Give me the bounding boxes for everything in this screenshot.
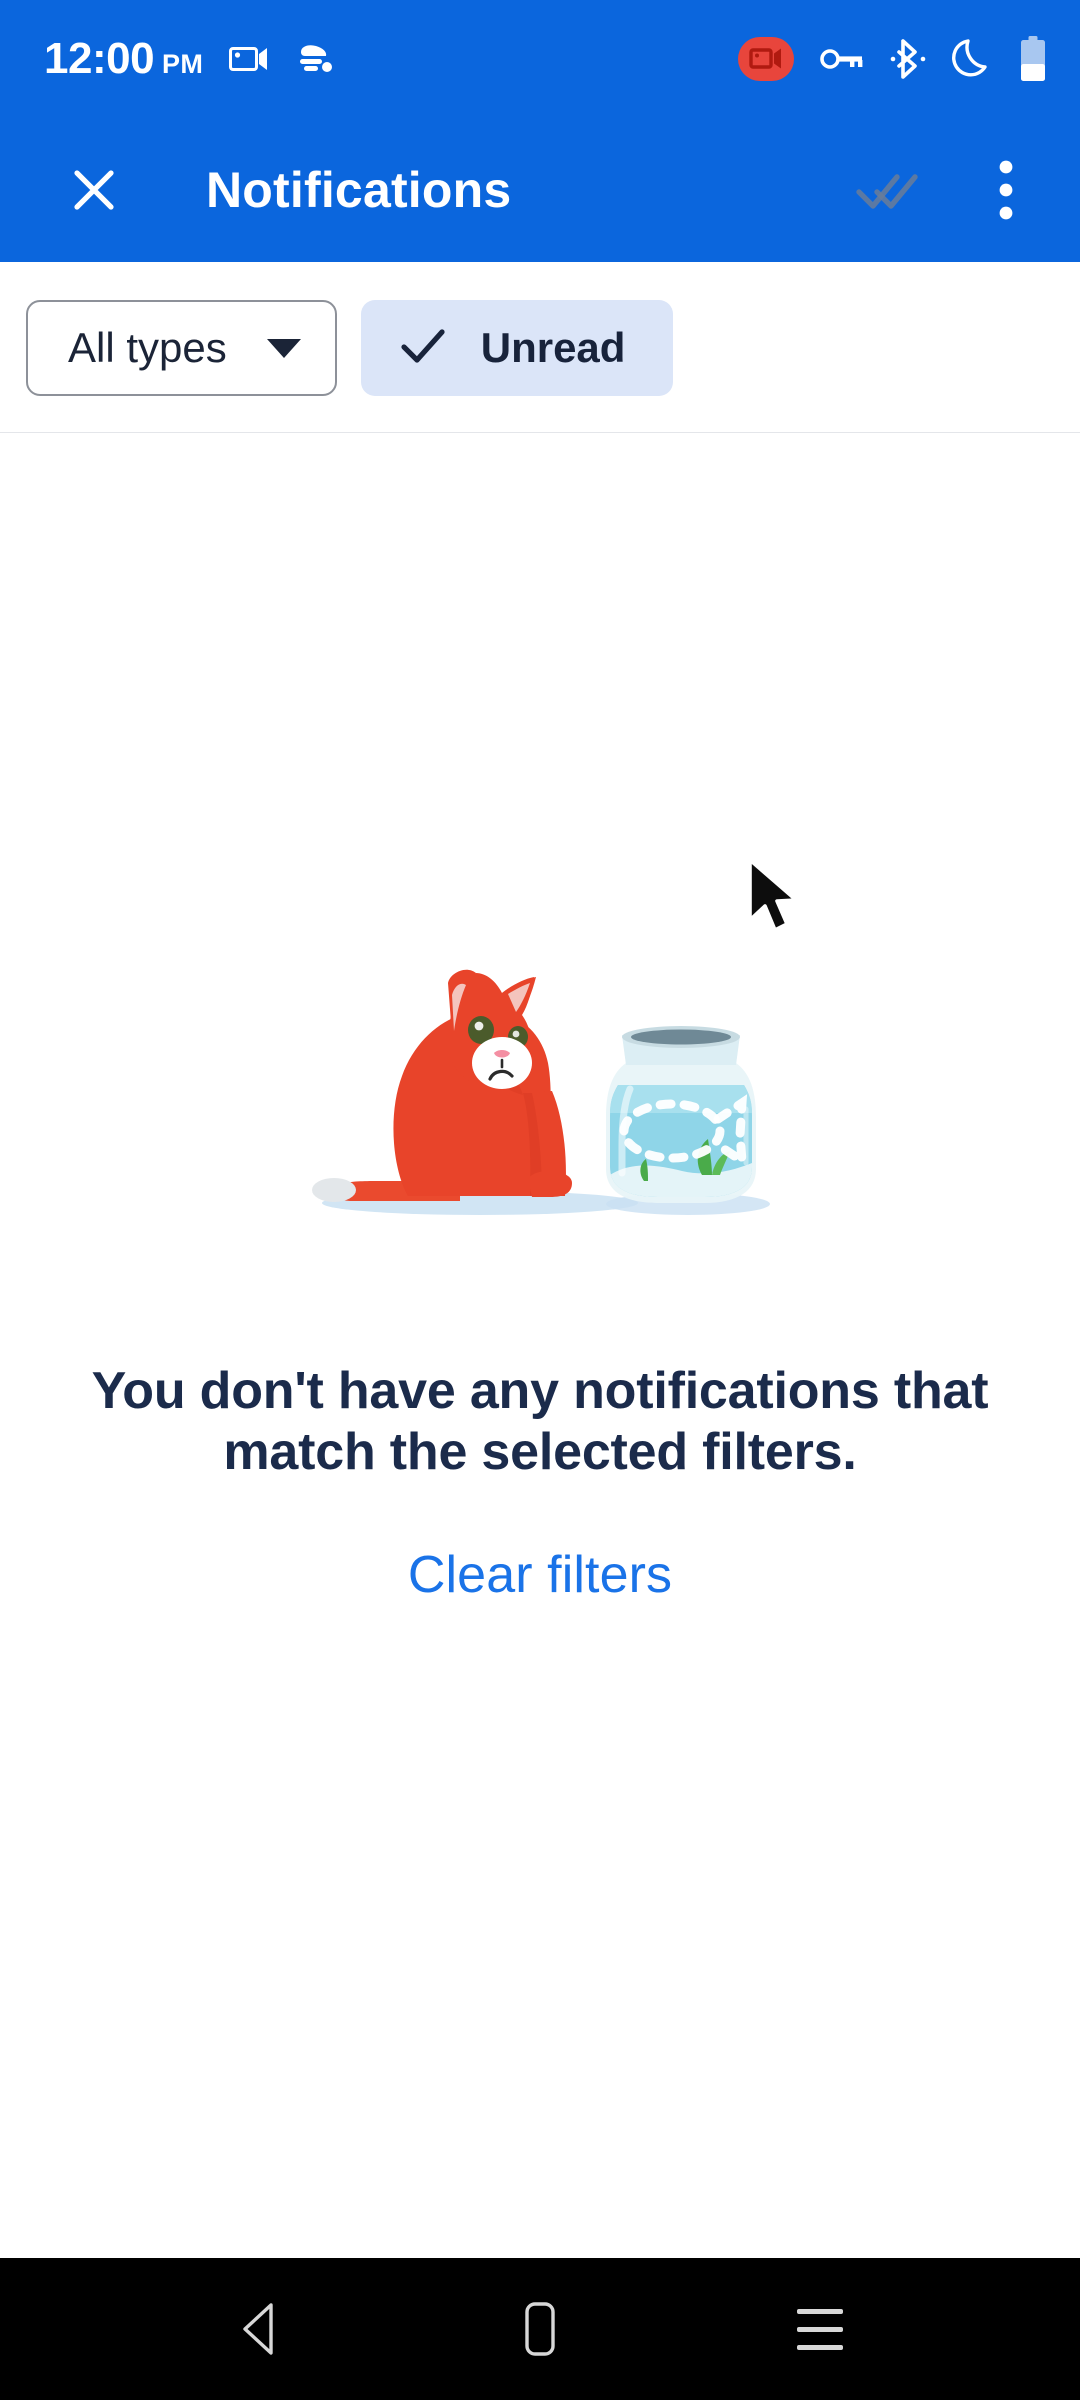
nav-recents-button[interactable] [755,2264,885,2394]
filter-chip-all-types-label: All types [68,324,227,371]
empty-state: You don't have any notifications that ma… [0,913,1080,1605]
recents-lines-icon [797,2308,843,2350]
battery-icon [1020,36,1046,82]
sad-cat-empty-fishbowl-illustration [312,969,770,1215]
filter-chip-unread-label: Unread [480,324,626,371]
chevron-down-icon [266,338,301,358]
clock-ampm: PM [162,49,204,79]
done-all-icon [856,174,918,209]
bluetooth-icon [890,37,926,81]
close-icon [74,170,114,210]
nav-back-button[interactable] [195,2264,325,2394]
nav-home-button[interactable] [475,2264,605,2394]
clear-filters-link[interactable]: Clear filters [408,1545,672,1605]
status-bar: 12:00 PM [0,0,1080,118]
status-bar-left: 12:00 PM [44,34,335,84]
vpn-key-icon [820,47,864,71]
more-vertical-icon [999,160,1013,220]
check-icon [399,326,447,371]
clock-time: 12:00 [44,34,155,83]
phone-screen: 12:00 PM Notifications All types Unread … [0,0,1080,2400]
notification-list-area: You don't have any notifications that ma… [0,433,1080,2258]
android-navigation-bar [0,2258,1080,2400]
overflow-menu-button[interactable] [958,142,1054,238]
status-bar-right [738,36,1046,82]
status-bar-clock: 12:00 PM [44,34,203,84]
filter-chip-all-types[interactable]: All types [26,300,337,396]
home-square-icon [525,2302,555,2356]
filter-bar: All types Unread [0,262,1080,433]
screen-recording-active-icon [738,36,794,82]
do-not-disturb-moon-icon [952,37,994,81]
close-button[interactable] [46,142,142,238]
screen-record-camera-icon [229,44,269,74]
empty-state-message: You don't have any notifications that ma… [91,1362,989,1481]
app-bar-actions [840,142,1054,238]
back-triangle-icon [243,2303,273,2355]
mark-all-read-button[interactable] [840,142,936,238]
notification-service-icon [295,43,335,75]
filter-chip-unread[interactable]: Unread [360,300,674,396]
app-bar: Notifications [0,118,1080,262]
page-title: Notifications [206,162,512,218]
